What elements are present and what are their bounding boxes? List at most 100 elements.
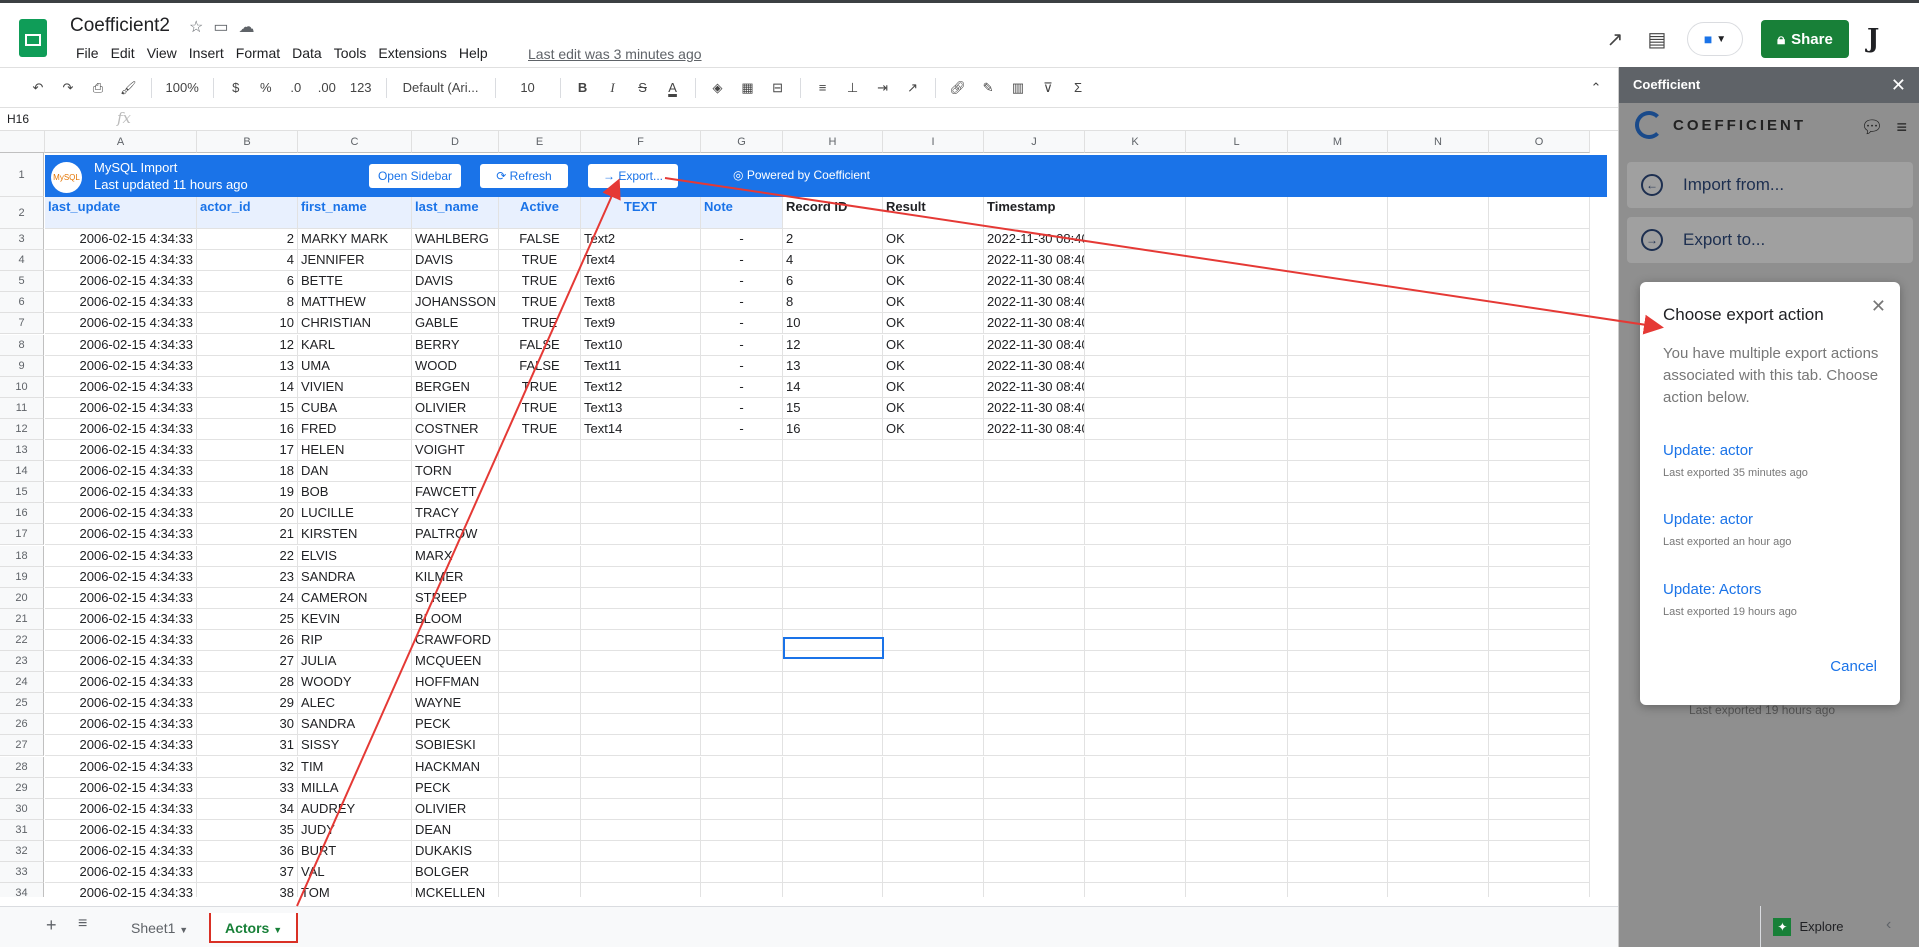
grid-cell[interactable]	[1186, 862, 1288, 883]
grid-cell[interactable]	[1489, 819, 1590, 841]
data-cell[interactable]: 2006-02-15 4:34:33	[45, 735, 197, 757]
data-cell[interactable]: Text2	[581, 229, 701, 250]
grid-cell[interactable]	[1388, 651, 1489, 672]
grid-cell[interactable]	[1388, 397, 1489, 419]
data-cell[interactable]	[984, 693, 1085, 715]
data-cell[interactable]: OK	[883, 418, 984, 440]
data-cell[interactable]	[883, 651, 984, 672]
grid-cell[interactable]	[1186, 672, 1288, 694]
row-header[interactable]: 13	[0, 440, 44, 461]
grid-cell[interactable]	[1388, 355, 1489, 377]
data-cell[interactable]: CRAWFORD	[412, 629, 499, 651]
grid-cell[interactable]	[1288, 883, 1388, 897]
grid-cell[interactable]	[1186, 693, 1288, 715]
data-cell[interactable]	[984, 798, 1085, 820]
data-cell[interactable]: 2006-02-15 4:34:33	[45, 418, 197, 440]
data-cell[interactable]	[783, 819, 883, 841]
data-cell[interactable]: 6	[197, 271, 298, 293]
export-action-label[interactable]: Update: actor	[1663, 442, 1808, 459]
data-cell[interactable]: OK	[883, 355, 984, 377]
grid-cell[interactable]	[1186, 714, 1288, 736]
data-cell[interactable]: VIVIEN	[298, 376, 412, 398]
data-cell[interactable]: Text9	[581, 313, 701, 335]
row-header[interactable]: 23	[0, 651, 44, 672]
data-cell[interactable]: -	[701, 376, 783, 398]
data-cell[interactable]: 4	[197, 250, 298, 272]
data-cell[interactable]: 2006-02-15 4:34:33	[45, 629, 197, 651]
grid-cell[interactable]	[1288, 714, 1388, 736]
grid-cell[interactable]	[1288, 651, 1388, 672]
grid-cell[interactable]	[1388, 883, 1489, 897]
strikethrough-button[interactable]: S	[635, 80, 651, 95]
data-cell[interactable]	[499, 840, 581, 862]
data-cell[interactable]: 2006-02-15 4:34:33	[45, 608, 197, 630]
data-cell[interactable]	[499, 461, 581, 483]
data-cell[interactable]: KARL	[298, 334, 412, 356]
grid-cell[interactable]	[1388, 566, 1489, 588]
data-cell[interactable]	[783, 566, 883, 588]
column-title-cell[interactable]: Record ID	[783, 197, 883, 229]
row-header[interactable]: 5	[0, 271, 44, 293]
data-cell[interactable]: HOFFMAN	[412, 672, 499, 694]
row-header[interactable]: 33	[0, 862, 44, 883]
row-header[interactable]: 31	[0, 819, 44, 841]
grid-cell[interactable]	[1288, 756, 1388, 778]
data-cell[interactable]	[581, 756, 701, 778]
data-cell[interactable]	[783, 503, 883, 525]
row-header[interactable]: 7	[0, 313, 44, 335]
decrease-decimal-button[interactable]: .0	[288, 80, 304, 95]
column-header-o[interactable]: O	[1489, 131, 1590, 153]
data-cell[interactable]: TRUE	[499, 397, 581, 419]
grid-cell[interactable]	[1288, 735, 1388, 757]
grid-cell[interactable]	[1288, 376, 1388, 398]
grid-cell[interactable]	[1085, 672, 1186, 694]
data-cell[interactable]: 2006-02-15 4:34:33	[45, 798, 197, 820]
grid-cell[interactable]	[1085, 735, 1186, 757]
data-cell[interactable]: 28	[197, 672, 298, 694]
grid-cell[interactable]	[1489, 756, 1590, 778]
data-cell[interactable]	[984, 672, 1085, 694]
data-cell[interactable]: 36	[197, 840, 298, 862]
menu-format[interactable]: Format	[230, 45, 286, 61]
data-cell[interactable]: JOHANSSON	[412, 292, 499, 314]
data-cell[interactable]: 31	[197, 735, 298, 757]
chat-icon[interactable]: 💬︎	[1861, 117, 1884, 137]
row-header[interactable]: 11	[0, 397, 44, 419]
grid-cell[interactable]	[1388, 777, 1489, 799]
menu-view[interactable]: View	[141, 45, 183, 61]
row-header[interactable]: 8	[0, 334, 44, 356]
data-cell[interactable]	[499, 735, 581, 757]
data-cell[interactable]: PECK	[412, 714, 499, 736]
grid-cell[interactable]	[1288, 334, 1388, 356]
grid-cell[interactable]	[1489, 545, 1590, 567]
data-cell[interactable]: 37	[197, 862, 298, 883]
data-cell[interactable]	[984, 482, 1085, 504]
data-cell[interactable]	[701, 608, 783, 630]
data-cell[interactable]: 2022-11-30 08:40	[984, 397, 1085, 419]
data-cell[interactable]	[701, 819, 783, 841]
row-header[interactable]: 2	[0, 197, 44, 229]
data-cell[interactable]	[984, 862, 1085, 883]
data-cell[interactable]	[701, 440, 783, 461]
row-header[interactable]: 17	[0, 524, 44, 546]
merge-cells-icon[interactable]: ⊟	[770, 80, 786, 96]
grid-cell[interactable]	[1085, 334, 1186, 356]
data-cell[interactable]	[701, 735, 783, 757]
data-cell[interactable]: MARKY MARK	[298, 229, 412, 250]
data-cell[interactable]	[984, 461, 1085, 483]
data-cell[interactable]: 2006-02-15 4:34:33	[45, 756, 197, 778]
functions-icon[interactable]: Σ	[1070, 80, 1086, 95]
grid-cell[interactable]	[1288, 608, 1388, 630]
insert-link-icon[interactable]: 🔗︎	[950, 80, 967, 96]
data-cell[interactable]: 2022-11-30 08:40	[984, 250, 1085, 272]
data-cell[interactable]	[701, 629, 783, 651]
data-cell[interactable]: 2006-02-15 4:34:33	[45, 313, 197, 335]
grid-cell[interactable]	[1489, 292, 1590, 314]
grid-cell[interactable]	[1186, 197, 1288, 229]
data-cell[interactable]	[783, 862, 883, 883]
data-cell[interactable]: 32	[197, 756, 298, 778]
data-cell[interactable]	[883, 714, 984, 736]
grid-cell[interactable]	[1288, 524, 1388, 546]
font-select[interactable]: Default (Ari...	[401, 80, 481, 95]
data-cell[interactable]: 10	[197, 313, 298, 335]
